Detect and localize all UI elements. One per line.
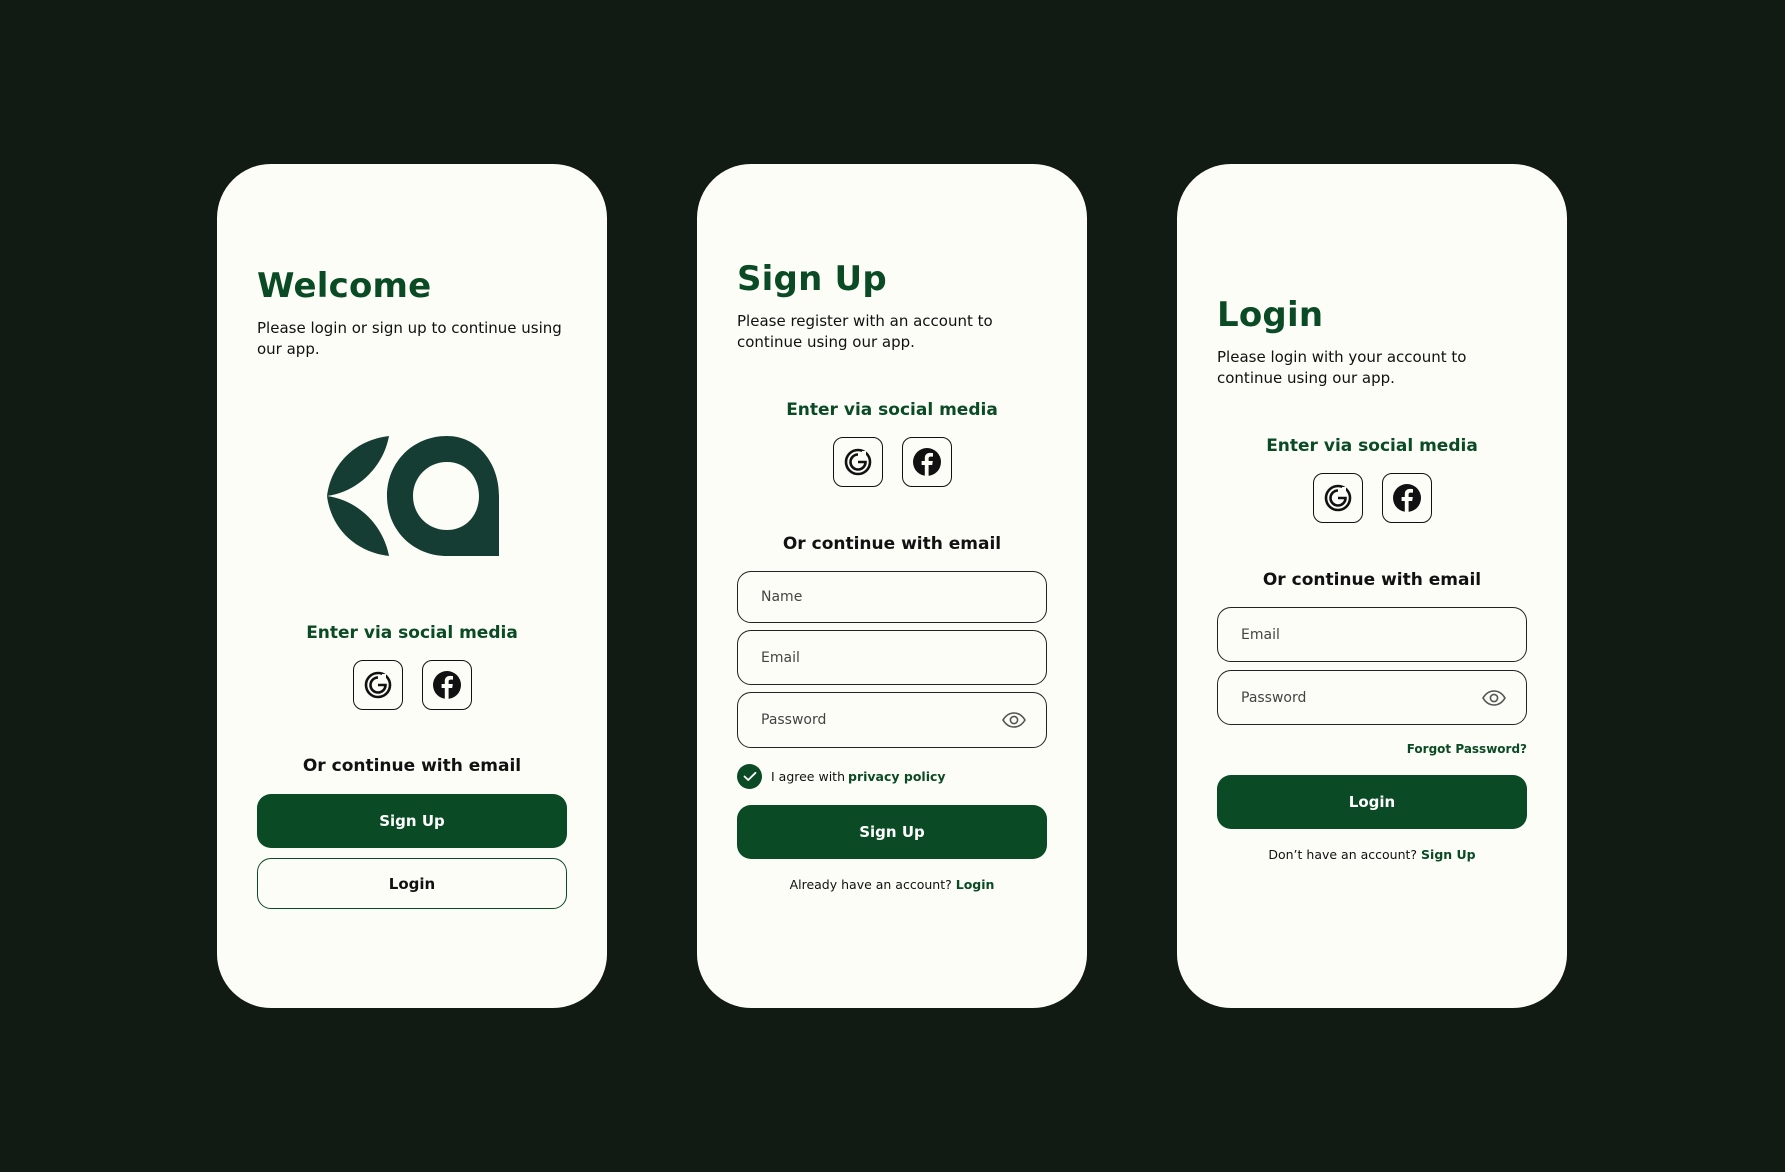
password-field[interactable]: Password — [737, 692, 1047, 748]
check-icon — [743, 771, 756, 781]
welcome-screen: Welcome Please login or sign up to conti… — [217, 164, 607, 1008]
page-subtitle: Please register with an account to conti… — [737, 312, 993, 351]
forgot-password-link[interactable]: Forgot Password? — [1407, 742, 1527, 756]
social-buttons — [1177, 473, 1567, 523]
password-placeholder: Password — [761, 712, 827, 728]
social-buttons — [697, 437, 1087, 487]
social-label: Enter via social media — [786, 400, 998, 420]
eye-icon[interactable] — [1002, 712, 1026, 728]
password-field[interactable]: Password — [1217, 670, 1527, 725]
social-buttons — [217, 660, 607, 710]
page-title: Sign Up — [737, 259, 887, 299]
agree-row: I agree with privacy policy — [737, 763, 946, 789]
facebook-icon — [912, 448, 941, 476]
login-button[interactable]: Login — [1217, 775, 1527, 829]
google-icon — [1324, 484, 1351, 512]
name-placeholder: Name — [761, 589, 803, 605]
facebook-icon — [1392, 484, 1421, 512]
signup-button[interactable]: Sign Up — [257, 794, 567, 848]
signup-prompt: Don’t have an account? Sign Up — [1177, 847, 1567, 862]
google-icon — [364, 671, 391, 699]
email-field[interactable]: Email — [1217, 607, 1527, 662]
login-screen: Login Please login with your account to … — [1177, 164, 1567, 1008]
login-link[interactable]: Login — [956, 877, 995, 892]
have-account-text: Already have an account? — [789, 877, 952, 892]
eye-icon[interactable] — [1482, 689, 1506, 706]
google-login-button[interactable] — [352, 660, 403, 710]
login-button[interactable]: Login — [257, 858, 567, 909]
email-label: Or continue with email — [1262, 570, 1482, 590]
name-field[interactable]: Name — [737, 571, 1047, 623]
page-title: Welcome — [257, 266, 432, 306]
page-subtitle: Please login or sign up to continue usin… — [257, 319, 562, 358]
email-field[interactable]: Email — [737, 630, 1047, 685]
google-login-button[interactable] — [832, 437, 883, 487]
signup-button[interactable]: Sign Up — [737, 805, 1047, 859]
password-placeholder: Password — [1241, 689, 1307, 706]
page-title: Login — [1217, 295, 1324, 335]
facebook-login-button[interactable] — [1381, 473, 1432, 523]
app-logo-ka-icon — [327, 436, 499, 556]
login-prompt: Already have an account? Login — [697, 877, 1087, 892]
email-label: Or continue with email — [782, 534, 1002, 554]
page-subtitle: Please login with your account to contin… — [1217, 348, 1467, 387]
agree-checkbox[interactable] — [737, 763, 762, 789]
no-account-text: Don’t have an account? — [1268, 847, 1418, 862]
google-login-button[interactable] — [1312, 473, 1363, 523]
agree-text: I agree with — [771, 768, 845, 784]
social-label: Enter via social media — [1266, 436, 1478, 456]
social-label: Enter via social media — [306, 623, 518, 643]
facebook-login-button[interactable] — [901, 437, 952, 487]
signup-screen: Sign Up Please register with an account … — [697, 164, 1087, 1008]
privacy-policy-link[interactable]: privacy policy — [848, 769, 946, 784]
google-icon — [844, 448, 871, 476]
facebook-icon — [432, 671, 461, 699]
email-placeholder: Email — [1241, 626, 1280, 643]
email-label: Or continue with email — [302, 756, 522, 776]
facebook-login-button[interactable] — [421, 660, 472, 710]
email-placeholder: Email — [761, 649, 800, 666]
signup-link[interactable]: Sign Up — [1421, 847, 1476, 862]
